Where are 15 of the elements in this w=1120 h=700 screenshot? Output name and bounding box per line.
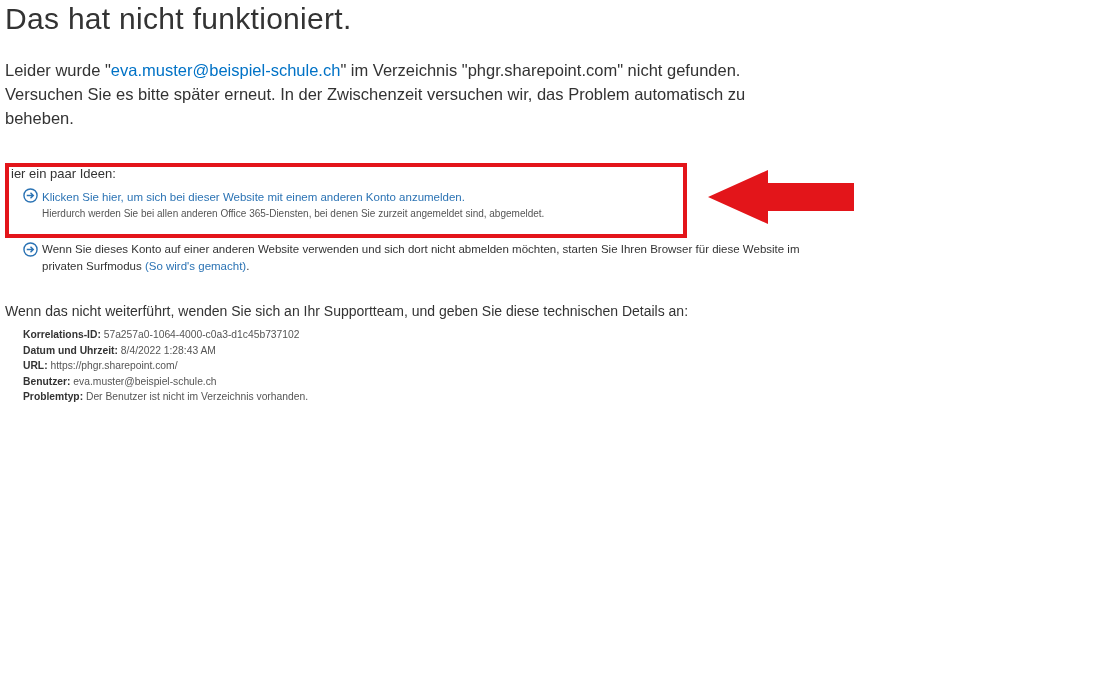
detail-line: Problemtyp: Der Benutzer ist nicht im Verzeichnis vorhanden. [23, 390, 309, 404]
arrow-circle-icon [23, 188, 38, 203]
idea-text: Wenn Sie dieses Konto auf einer anderen Website verwenden und sich dort nicht abmelden möchten, starten Sie Ihren Browser für diese Website im privaten Surfmodus (So wird's gemacht). [42, 242, 801, 274]
arrow-circle-icon [23, 242, 38, 257]
ideas-heading: ier ein paar Ideen: [10, 166, 116, 181]
support-text: Wenn das nicht weiterführt, wenden Sie sich an Ihr Supportteam, und geben Sie diese technischen Details an: [5, 303, 690, 319]
page-title: Das hat nicht funktioniert. [5, 1, 353, 36]
detail-line: Benutzer: eva.muster@beispiel-schule.ch [23, 374, 218, 389]
link-note: Hierdurch werden Sie bei allen anderen Office 365-Diensten, bei denen Sie zurzeit angemeldet sind, abgemeldet. [42, 208, 545, 219]
detail-line: URL: https://phgr.sharepoint.com/ [23, 359, 179, 373]
detail-line: Korrelations-ID: 57a257a0-1064-4000-c0a3-d1c45b737102 [23, 328, 301, 342]
detail-line: Datum und Uhrzeit: 8/4/2022 1:28:43 AM [23, 343, 217, 358]
sign-in-link[interactable]: Klicken Sie hier, um sich bei dieser Website mit einem anderen Konto anzumelden. [42, 191, 465, 203]
email-link[interactable]: eva.muster@beispiel-schule.ch [110, 61, 341, 79]
error-message: Leider wurde "eva.muster@beispiel-schule.ch" im Verzeichnis "phgr.sharepoint.com" nicht gefunden. Versuchen Sie es bitte später erneut. In der Zwischenzeit versuchen wir, das Problem automatisch zu beheben. [5, 60, 747, 129]
